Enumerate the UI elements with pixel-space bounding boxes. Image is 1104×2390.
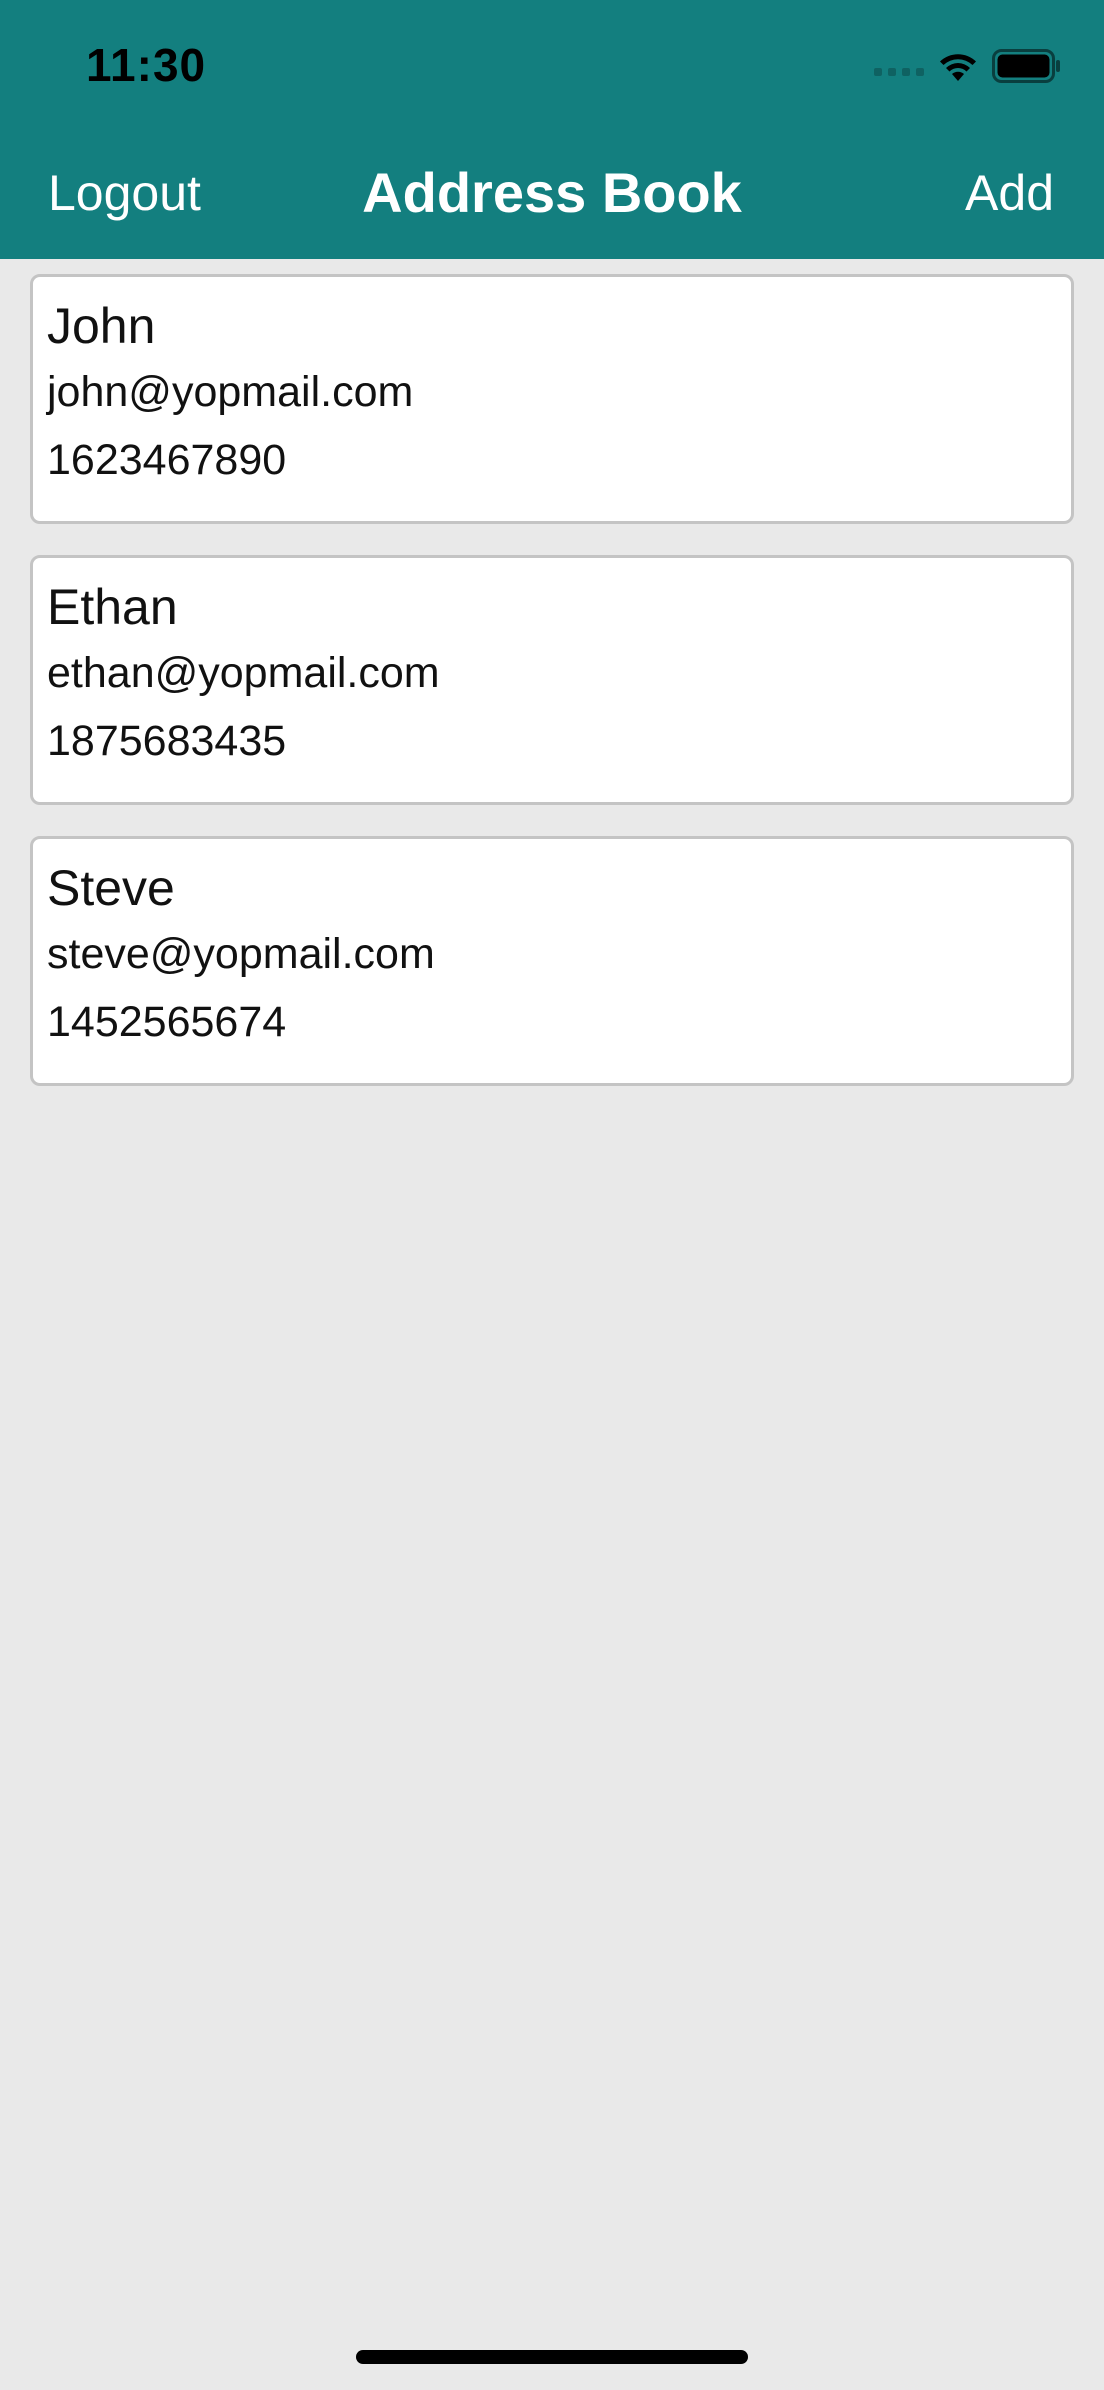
contact-email: steve@yopmail.com [47,930,435,978]
contact-name: Steve [47,860,175,916]
contact-phone: 1452565674 [47,998,287,1046]
contact-card[interactable]: Steve steve@yopmail.com 1452565674 [30,836,1074,1086]
contact-card[interactable]: Ethan ethan@yopmail.com 1875683435 [30,555,1074,805]
contact-phone: 1623467890 [47,436,287,484]
contact-email: ethan@yopmail.com [47,649,440,697]
nav-header: 11:30 Logout Address Book Add [0,0,1104,259]
status-bar-time: 11:30 [86,39,207,91]
contact-phone: 1875683435 [47,717,287,765]
contact-card[interactable]: John john@yopmail.com 1623467890 [30,274,1074,524]
contact-name: Ethan [47,579,178,635]
cellular-signal-icon [874,56,924,76]
contact-list: John john@yopmail.com 1623467890 Ethan e… [30,274,1074,1117]
contact-email: john@yopmail.com [47,368,414,416]
battery-icon [992,49,1060,83]
logout-button[interactable]: Logout [48,164,201,222]
add-contact-button[interactable]: Add [965,164,1054,222]
contact-name: John [47,298,156,354]
status-bar-icons [874,46,1062,86]
home-indicator[interactable] [356,2350,748,2364]
wifi-icon [940,54,976,81]
